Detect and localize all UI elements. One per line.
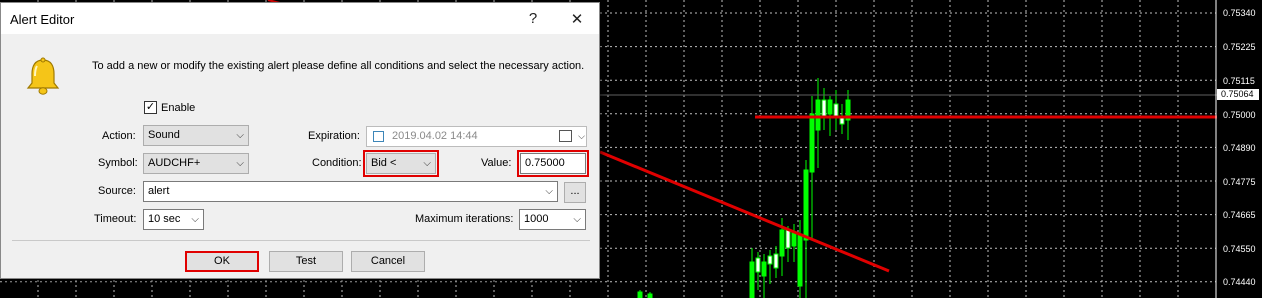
price-label: 0.75115 [1223,76,1255,86]
divider [12,240,590,241]
ok-button[interactable]: OK [185,251,259,272]
chevron-down-icon: ⌵ [545,186,553,197]
cancel-button[interactable]: Cancel [351,251,425,272]
candle-body [647,293,653,298]
value-label: Value: [481,157,512,169]
calendar-icon [559,130,572,142]
expiration-picker[interactable]: 2019.04.02 14:44 ⌵ [366,126,587,147]
alert-editor-dialog: Alert Editor ? ✕ To add a new or modify … [0,2,600,279]
candle-body [637,291,643,298]
price-label: 0.75340 [1223,8,1256,18]
chevron-down-icon: ⌵ [578,131,585,141]
candle-body [827,99,833,115]
candle-body [785,229,791,249]
expiration-checkbox[interactable] [373,131,384,142]
source-select[interactable]: alert ⌵ [143,181,558,202]
symbol-label: Symbol: [98,157,138,169]
enable-label: Enable [161,102,196,114]
symbol-select[interactable]: AUDCHF+ ⌵ [143,153,249,174]
condition-label: Condition: [312,157,362,169]
expiration-label: Expiration: [308,130,360,142]
bell-icon [26,57,60,95]
symbol-value: AUDCHF+ [148,157,201,169]
timeout-label: Timeout: [94,213,137,225]
source-label: Source: [98,185,136,197]
max-iterations-value: 1000 [524,213,549,225]
value-input[interactable]: 0.75000 [517,150,589,177]
price-label: 0.75000 [1223,110,1256,120]
chevron-down-icon: ⌵ [423,158,431,169]
chevron-down-icon: ⌵ [236,158,244,169]
candle-body [755,257,761,273]
candle-body [809,113,815,173]
max-iterations-select[interactable]: 1000 ⌵ [519,209,586,230]
chevron-down-icon: ⌵ [191,214,199,225]
action-select[interactable]: Sound ⌵ [143,125,249,146]
price-label: 0.74890 [1223,143,1256,153]
max-iterations-label: Maximum iterations: [415,213,514,225]
condition-value: Bid < [371,157,397,169]
candle-body [779,229,785,257]
candle-body [773,253,779,269]
candle-body [821,99,827,119]
test-button[interactable]: Test [269,251,343,272]
candlesticks [637,78,851,298]
candle-body [749,261,755,298]
help-button[interactable]: ? [511,3,555,34]
title-bar[interactable]: Alert Editor ? ✕ [1,3,599,34]
action-value: Sound [148,129,180,141]
current-price-tag: 0.75064 [1217,89,1259,100]
price-label: 0.75225 [1223,42,1256,52]
candle-body [767,255,773,265]
price-label: 0.74665 [1223,210,1256,220]
price-label: 0.74440 [1223,277,1256,287]
timeout-value: 10 sec [148,213,181,225]
expiration-value: 2019.04.02 14:44 [392,130,478,142]
close-button[interactable]: ✕ [555,3,599,34]
condition-select[interactable]: Bid < ⌵ [363,150,439,177]
dialog-title: Alert Editor [10,12,75,27]
enable-checkbox[interactable]: ✓ [144,101,157,114]
chevron-down-icon: ⌵ [236,130,244,141]
source-value: alert [148,185,170,197]
candle-body [803,169,809,241]
browse-button[interactable]: ... [564,182,586,203]
candle-body [797,233,803,287]
price-label: 0.74775 [1223,177,1256,187]
trend-line [599,150,890,273]
candle-body [761,261,767,277]
price-label: 0.74550 [1223,244,1256,254]
timeout-select[interactable]: 10 sec ⌵ [143,209,204,230]
action-label: Action: [102,130,136,142]
info-text: To add a new or modify the existing aler… [92,60,585,72]
chevron-down-icon: ⌵ [573,214,581,225]
candle-body [791,231,797,247]
candle-body [815,99,821,131]
